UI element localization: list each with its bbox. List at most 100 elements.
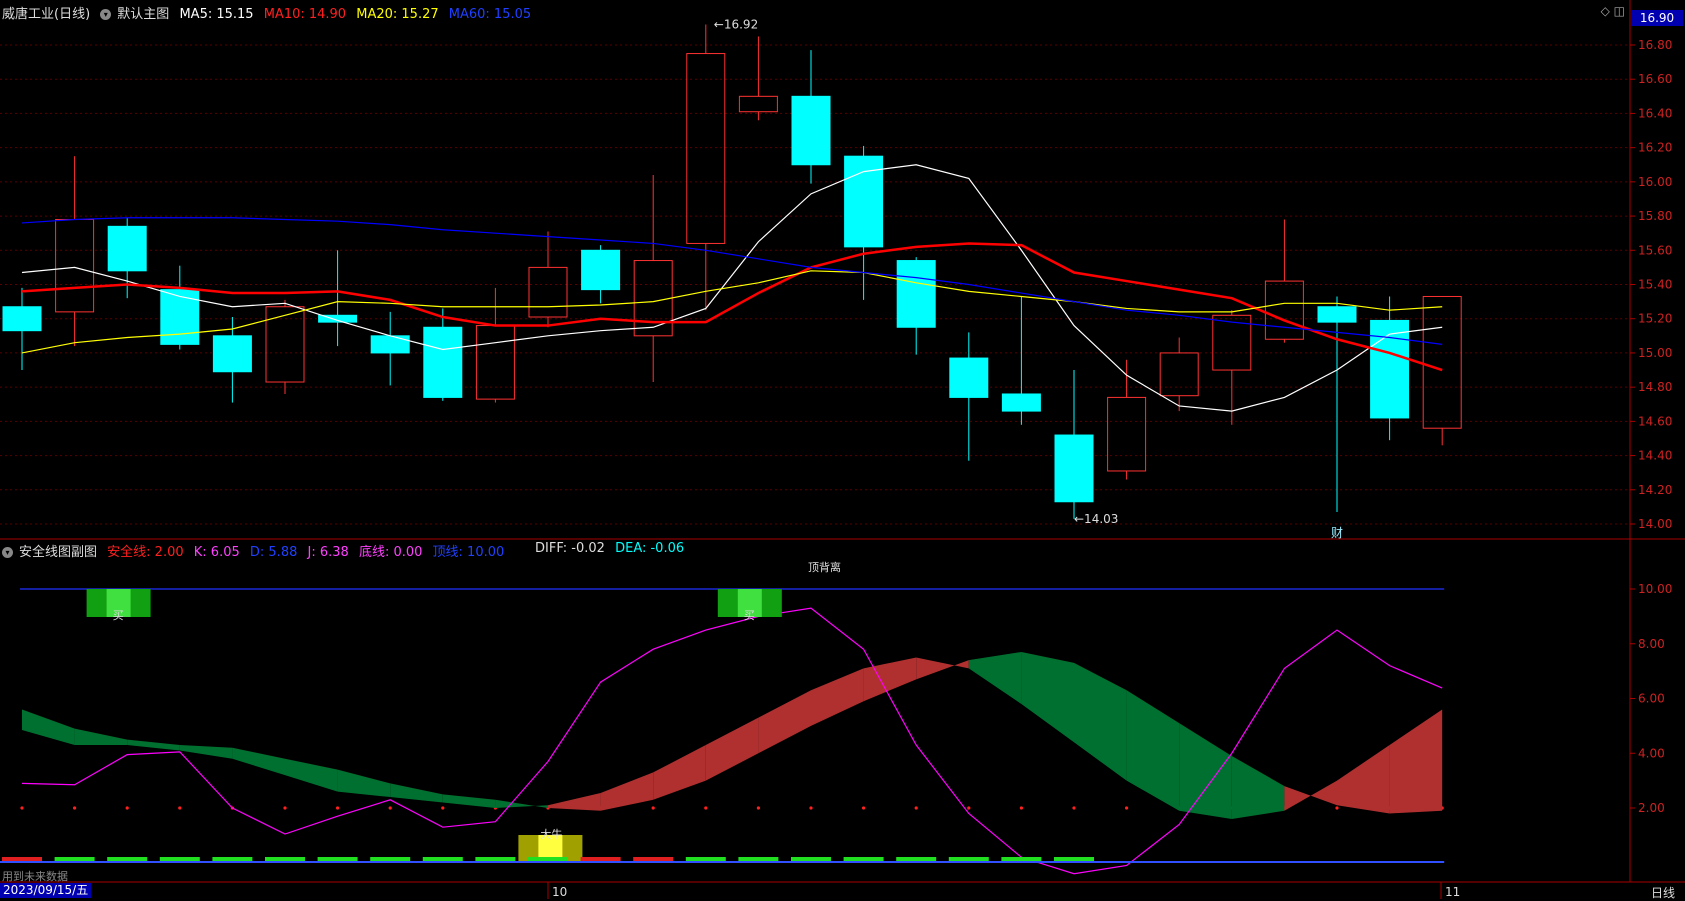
price-tick-label: 16.00 bbox=[1638, 175, 1672, 189]
kd-band-segment bbox=[127, 739, 180, 751]
restore-icon[interactable]: ◫ bbox=[1614, 4, 1625, 18]
candle-body bbox=[2, 306, 42, 332]
kd-band-segment bbox=[337, 769, 391, 798]
sub-tick-label: 2.00 bbox=[1638, 801, 1665, 815]
sub-tick-label: 8.00 bbox=[1638, 637, 1665, 651]
candle-body bbox=[896, 260, 936, 328]
kd-band-segment bbox=[916, 657, 969, 680]
kd-band-segment bbox=[1074, 662, 1127, 781]
kd-band-segment bbox=[548, 792, 601, 811]
candle-body bbox=[423, 326, 463, 398]
month-label: 10 bbox=[552, 885, 567, 899]
top-legend: 顶线: 10.00 bbox=[432, 545, 505, 560]
ma-line-ma5 bbox=[21, 164, 1443, 412]
safe-line-dot bbox=[388, 806, 392, 810]
price-tick-label: 14.20 bbox=[1638, 483, 1672, 497]
kd-band-segment bbox=[232, 747, 285, 776]
kd-band-segment bbox=[1021, 651, 1074, 743]
low-annotation: ←14.03 bbox=[1074, 512, 1118, 526]
high-annotation: ←16.92 bbox=[714, 17, 758, 31]
kd-band-segment bbox=[1389, 709, 1443, 814]
kd-band-segment bbox=[179, 745, 233, 759]
kd-band-segment bbox=[390, 783, 443, 803]
ma-line-ma60 bbox=[21, 217, 1443, 345]
price-tick-label: 16.80 bbox=[1638, 38, 1672, 52]
candle-body bbox=[1159, 352, 1199, 397]
ma60-legend: MA60: 15.05 bbox=[448, 7, 532, 22]
candle-body bbox=[212, 335, 252, 373]
safe-line-dot bbox=[651, 806, 655, 810]
kd-band-segment bbox=[22, 709, 75, 746]
safe-line-dot bbox=[1335, 806, 1339, 810]
candle-body bbox=[949, 357, 989, 398]
candle-body bbox=[791, 95, 831, 166]
safe-line-dot bbox=[1019, 806, 1024, 810]
window-controls: ◇ ◫ bbox=[1601, 4, 1625, 18]
candle-body bbox=[107, 225, 147, 272]
safe-line-dot bbox=[967, 806, 971, 810]
sub-tick-label: 4.00 bbox=[1638, 746, 1665, 760]
template-label[interactable]: 默认主图 bbox=[117, 7, 169, 22]
d-legend: D: 5.88 bbox=[249, 545, 298, 560]
kd-band-segment bbox=[968, 651, 1022, 704]
kd-band-segment bbox=[285, 758, 338, 792]
ma5-legend: MA5: 15.15 bbox=[179, 7, 254, 22]
sub-tick-label: 6.00 bbox=[1638, 692, 1665, 706]
chevron-down-icon[interactable]: ▾ bbox=[2, 547, 13, 558]
period-tag[interactable]: 日线 bbox=[1651, 884, 1675, 901]
safe-line-dot bbox=[20, 806, 24, 810]
kd-band-segment bbox=[495, 799, 548, 808]
candle-body bbox=[738, 95, 778, 113]
price-tick-label: 15.60 bbox=[1638, 243, 1672, 257]
candle-body bbox=[686, 53, 726, 244]
buy-marker-2-label: 买 bbox=[744, 609, 755, 622]
sub-title[interactable]: 安全线图副图 bbox=[19, 545, 97, 560]
kd-band-segment bbox=[705, 717, 759, 781]
candle-body bbox=[160, 289, 200, 345]
safe-line-dot bbox=[283, 806, 287, 810]
bottom-legend: 底线: 0.00 bbox=[358, 545, 423, 560]
price-tick-label: 16.60 bbox=[1638, 72, 1672, 86]
current-price-box: 16.90 bbox=[1631, 10, 1683, 26]
kd-band-segment bbox=[758, 690, 811, 754]
date-box: 2023/09/15/五 bbox=[0, 883, 92, 898]
kd-band-segment bbox=[74, 728, 128, 746]
kd-band-segment bbox=[1284, 780, 1337, 811]
kd-band-segment bbox=[653, 745, 706, 800]
price-tick-label: 15.80 bbox=[1638, 209, 1672, 223]
candle-body bbox=[370, 335, 410, 354]
candle-body bbox=[265, 306, 305, 383]
candle-body bbox=[1422, 295, 1462, 429]
safe-line-dot bbox=[1072, 806, 1076, 810]
diff-legend: DIFF: -0.02 bbox=[535, 541, 605, 556]
chevron-down-icon[interactable]: ▾ bbox=[100, 9, 112, 20]
k-legend: K: 6.05 bbox=[193, 545, 240, 560]
sub-header: ▾ 安全线图副图 安全线: 2.00 K: 6.05 D: 5.88 J: 6.3… bbox=[2, 541, 510, 560]
bull-marker-label: 大牛 bbox=[540, 827, 562, 841]
candle-body bbox=[1054, 434, 1094, 503]
safe-line-dot bbox=[178, 806, 182, 810]
candle-body bbox=[1264, 280, 1304, 340]
candle-body bbox=[55, 218, 95, 313]
kd-band-segment bbox=[442, 794, 496, 808]
buy-marker-1-label: 买 bbox=[113, 609, 124, 622]
price-tick-label: 14.60 bbox=[1638, 414, 1672, 428]
safe-line-dot bbox=[809, 806, 813, 810]
kd-band-segment bbox=[1179, 723, 1232, 819]
macd-legend: DIFF: -0.02 DEA: -0.06 bbox=[535, 541, 690, 556]
kd-band-segment bbox=[811, 668, 864, 726]
kd-band-segment bbox=[1337, 745, 1390, 814]
price-tick-label: 14.00 bbox=[1638, 517, 1672, 531]
safe-line-dot bbox=[73, 806, 77, 810]
price-tick-label: 15.20 bbox=[1638, 312, 1672, 326]
candle-body bbox=[1001, 393, 1041, 412]
candle-body bbox=[1370, 319, 1410, 419]
safe-line-dot bbox=[1125, 806, 1129, 810]
diamond-icon[interactable]: ◇ bbox=[1601, 4, 1610, 18]
price-tick-label: 14.40 bbox=[1638, 449, 1672, 463]
safe-legend: 安全线: 2.00 bbox=[107, 545, 184, 560]
chart-canvas: 16.80 16.60 16.40 16.20 16.00 15.80 15.60 15.40… bbox=[0, 0, 1685, 899]
price-tick-label: 15.40 bbox=[1638, 278, 1672, 292]
stock-label[interactable]: 威唐工业(日线) bbox=[2, 7, 90, 22]
safe-line-dot bbox=[441, 806, 445, 810]
